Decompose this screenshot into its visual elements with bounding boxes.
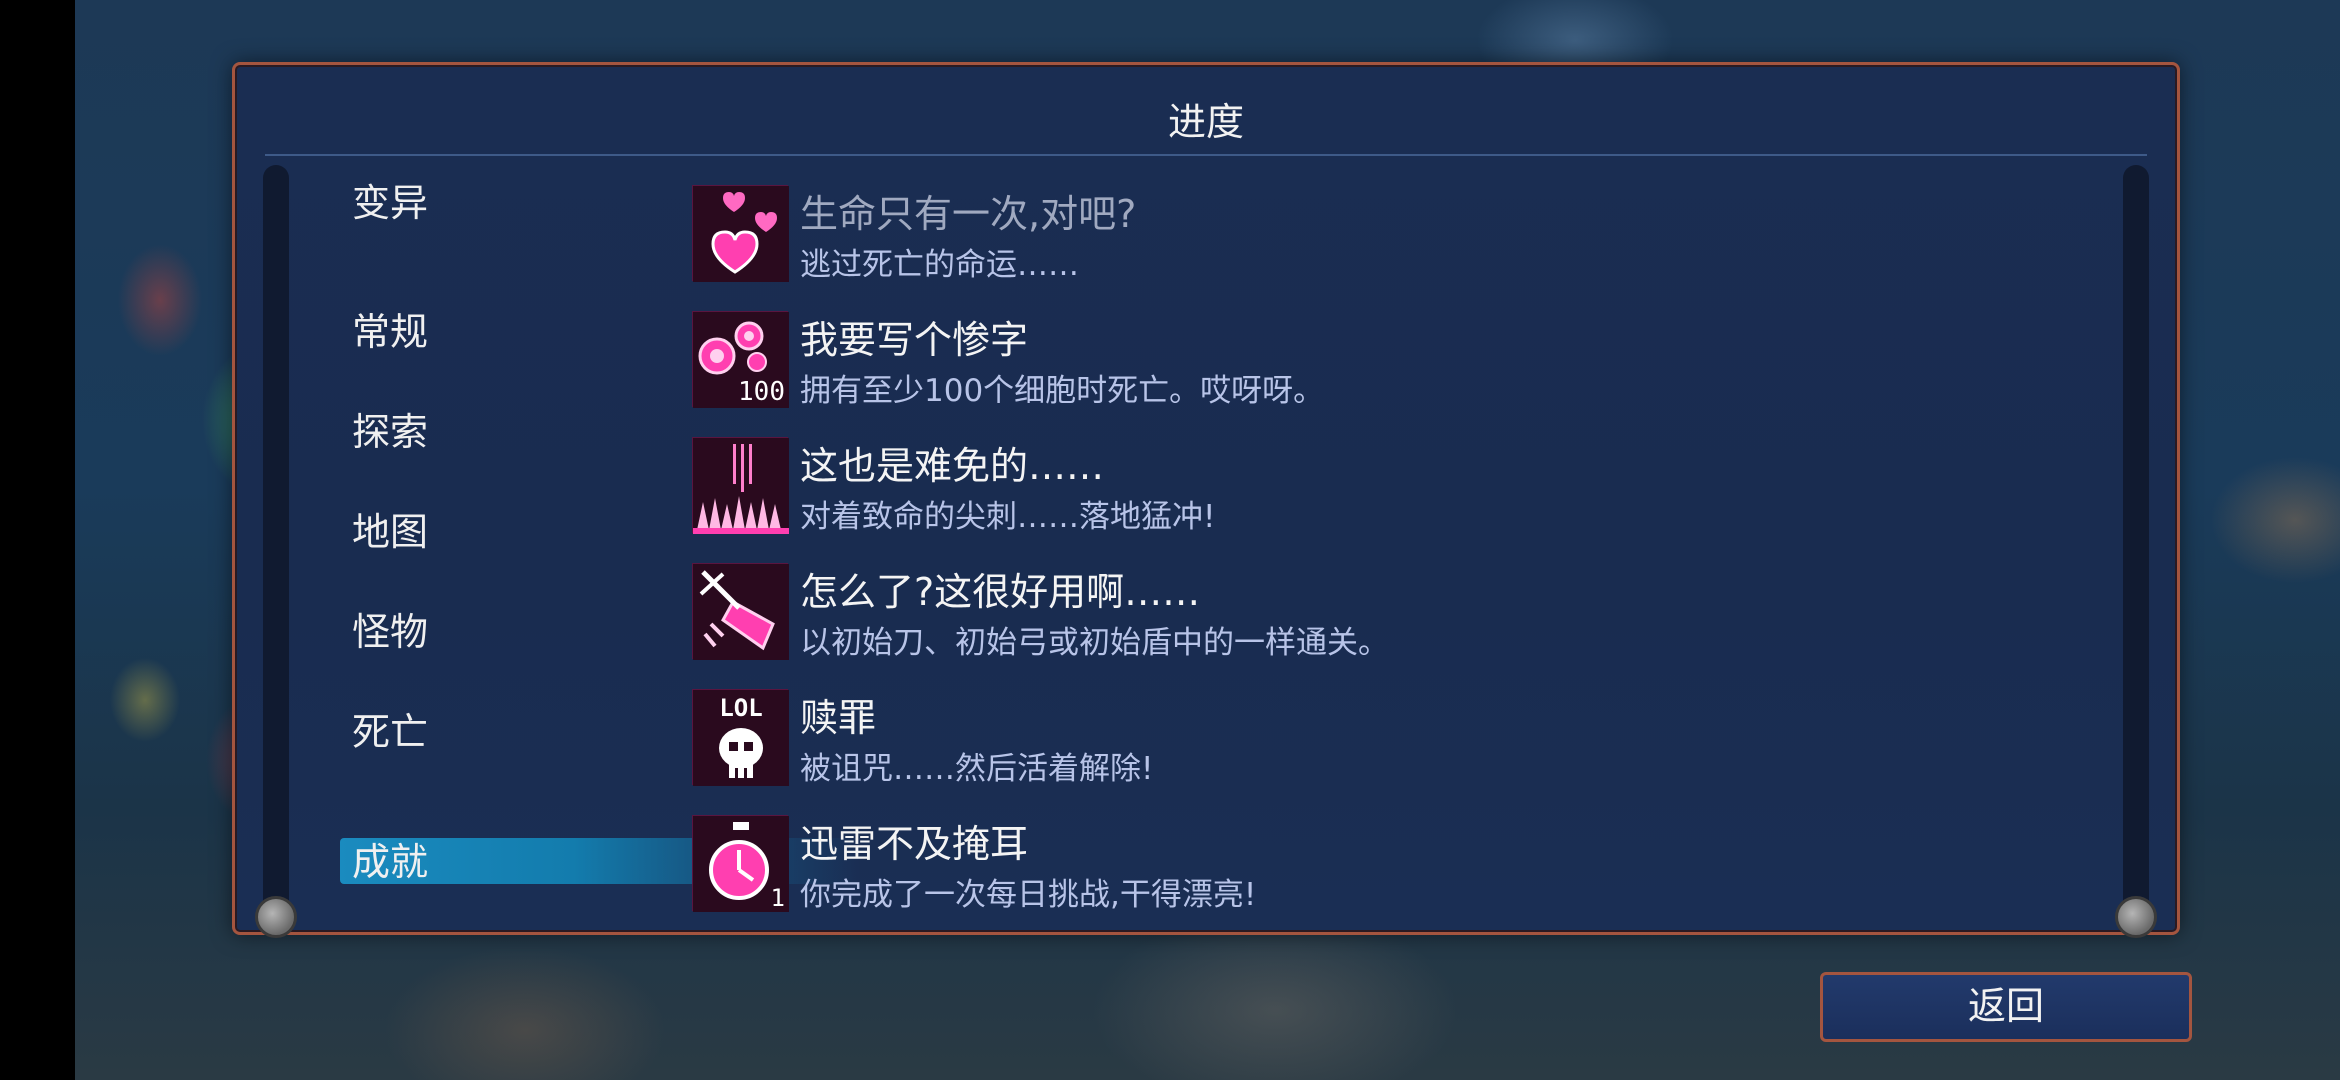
- cells-count-text: 100: [738, 377, 785, 407]
- category-monsters[interactable]: 怪物: [352, 607, 428, 657]
- achievement-description: 逃过死亡的命运……: [800, 247, 1079, 283]
- lol-text: LOL: [719, 694, 762, 722]
- spikes-icon: [692, 437, 789, 534]
- left-scroll-rail[interactable]: [263, 165, 289, 925]
- panel-title: 进度: [1167, 100, 1244, 144]
- achievement-row[interactable]: 这也是难免的…… 对着致命的尖刺……落地猛冲!: [692, 437, 1822, 537]
- lol-skull-icon: LOL: [692, 689, 789, 786]
- right-scroll-knob[interactable]: [2115, 896, 2157, 938]
- left-scroll-knob[interactable]: [255, 896, 297, 938]
- daily-count-text: 1: [771, 884, 785, 912]
- category-exploration[interactable]: 探索: [352, 407, 428, 457]
- category-deaths[interactable]: 死亡: [352, 707, 428, 757]
- right-scroll-rail[interactable]: [2123, 165, 2149, 925]
- achievement-description: 以初始刀、初始弓或初始盾中的一样通关。: [800, 625, 1389, 661]
- achievement-description: 被诅咒……然后活着解除!: [800, 751, 1154, 787]
- achievement-title: 我要写个惨字: [800, 318, 1029, 362]
- category-achievements[interactable]: 成就: [352, 837, 428, 887]
- achievement-row[interactable]: 生命只有一次,对吧? 逃过死亡的命运……: [692, 185, 1822, 285]
- category-map[interactable]: 地图: [352, 507, 428, 557]
- title-divider: [265, 154, 2147, 156]
- achievement-row[interactable]: 100 我要写个惨字 拥有至少100个细胞时死亡。哎呀呀。: [692, 311, 1822, 411]
- achievement-description: 对着致命的尖刺……落地猛冲!: [800, 499, 1216, 535]
- achievement-description: 你完成了一次每日挑战,干得漂亮!: [800, 877, 1257, 913]
- starter-weapon-icon: [692, 563, 789, 660]
- achievement-title: 怎么了?这很好用啊……: [800, 570, 1201, 614]
- achievement-title: 这也是难免的……: [800, 444, 1105, 488]
- category-general[interactable]: 常规: [352, 307, 428, 357]
- achievement-title: 迅雷不及掩耳: [800, 822, 1029, 866]
- achievement-title: 赎罪: [800, 696, 877, 740]
- achievement-row[interactable]: 怎么了?这很好用啊…… 以初始刀、初始弓或初始盾中的一样通关。: [692, 563, 1822, 663]
- achievement-row[interactable]: 1 迅雷不及掩耳 你完成了一次每日挑战,干得漂亮!: [692, 815, 1822, 915]
- achievement-description: 拥有至少100个细胞时死亡。哎呀呀。: [800, 373, 1325, 409]
- cells-100-icon: 100: [692, 311, 789, 408]
- achievement-row[interactable]: LOL 赎罪 被诅咒……然后活着解除!: [692, 689, 1822, 789]
- category-mutations[interactable]: 变异: [352, 178, 428, 228]
- back-button[interactable]: 返回: [1820, 972, 2192, 1042]
- achievement-title: 生命只有一次,对吧?: [800, 192, 1137, 236]
- stopwatch-icon: 1: [692, 815, 789, 912]
- hearts-icon: [692, 185, 789, 282]
